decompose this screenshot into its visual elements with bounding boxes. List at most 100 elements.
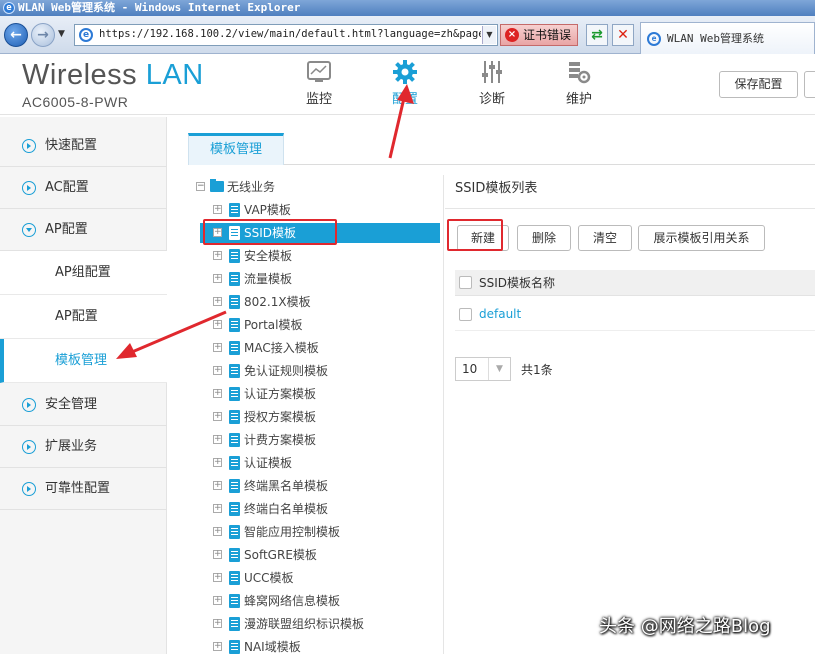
main-content: 模板管理 − 无线业务 + VAP模板 + SSID模板 + 安全模板 + 流量模板 +802.… (168, 117, 815, 654)
chevron-down-icon (22, 223, 36, 237)
table-row: default (455, 297, 815, 331)
refresh-button[interactable]: ⇄ (586, 24, 608, 46)
tree-node[interactable]: + MAC接入模板 (210, 338, 430, 358)
nav-maintenance[interactable]: 维护 (549, 55, 609, 115)
expand-icon[interactable]: + (213, 366, 222, 375)
sidebar-sub-ap-config[interactable]: AP配置 (0, 295, 167, 339)
tree-node[interactable]: + UCC模板 (210, 568, 430, 588)
tree-node[interactable]: + 终端黑名单模板 (210, 476, 430, 496)
expand-icon[interactable]: + (213, 596, 222, 605)
expand-icon[interactable]: + (213, 550, 222, 559)
tree-node[interactable]: +802.1X模板 (210, 292, 430, 312)
page-size-select[interactable]: 10 ▼ (455, 357, 511, 381)
certificate-error-button[interactable]: × 证书错误 (500, 24, 578, 46)
chevron-right-icon (22, 181, 36, 195)
gear-icon (393, 60, 417, 84)
show-relations-button[interactable]: 展示模板引用关系 (638, 225, 765, 251)
document-icon (229, 594, 240, 608)
tree-node[interactable]: + Portal模板 (210, 315, 430, 335)
tree-node[interactable]: + 授权方案模板 (210, 407, 430, 427)
expand-icon[interactable]: + (213, 573, 222, 582)
sidebar-item-reliability[interactable]: 可靠性配置 (0, 468, 167, 510)
tree-node[interactable]: + 认证模板 (210, 453, 430, 473)
tree-node[interactable]: + 智能应用控制模板 (210, 522, 430, 542)
history-dropdown-icon[interactable]: ▼ (58, 29, 65, 39)
expand-icon[interactable]: + (213, 504, 222, 513)
document-icon (229, 640, 240, 654)
document-icon (229, 456, 240, 470)
expand-icon[interactable]: + (213, 274, 222, 283)
tree-node[interactable]: + 终端白名单模板 (210, 499, 430, 519)
expand-icon[interactable]: + (213, 642, 222, 651)
tree-node[interactable]: + 流量模板 (210, 269, 430, 289)
tree-node[interactable]: + 计费方案模板 (210, 430, 430, 450)
expand-icon[interactable]: + (213, 527, 222, 536)
expand-icon[interactable]: + (213, 481, 222, 490)
nav-config-label: 配置 (391, 92, 418, 107)
highlight-box-new-button (447, 219, 503, 251)
nav-monitor[interactable]: 监控 (289, 55, 349, 115)
sidebar: 快速配置 AC配置 AP配置 AP组配置 AP配置 模板管理 安全管理 扩展业务… (0, 117, 167, 654)
sidebar-sub-ap-group-config[interactable]: AP组配置 (0, 251, 167, 295)
expand-icon[interactable]: + (213, 458, 222, 467)
chevron-right-icon (22, 482, 36, 496)
sidebar-item-security[interactable]: 安全管理 (0, 384, 167, 426)
tree-node[interactable]: + 认证方案模板 (210, 384, 430, 404)
document-icon (229, 548, 240, 562)
sidebar-item-ap-config[interactable]: AP配置 (0, 209, 167, 251)
delete-button[interactable]: 删除 (517, 225, 571, 251)
save-config-button[interactable]: 保存配置 (719, 71, 798, 98)
address-bar[interactable]: e https://192.168.100.2/view/main/defaul… (74, 24, 498, 46)
expand-icon[interactable]: + (213, 412, 222, 421)
expand-icon[interactable]: + (213, 389, 222, 398)
tree-node-label: 授权方案模板 (244, 410, 317, 424)
address-dropdown-icon[interactable]: ▼ (482, 26, 496, 44)
collapse-icon[interactable]: − (196, 182, 205, 191)
template-tree: − 无线业务 + VAP模板 + SSID模板 + 安全模板 + 流量模板 +802.1X模板 +… (196, 175, 444, 654)
stop-button[interactable]: ✕ (612, 24, 634, 46)
row-link-default[interactable]: default (479, 297, 521, 331)
header-more-button[interactable] (804, 71, 815, 98)
tree-node[interactable]: + 漫游联盟组织标识模板 (210, 614, 430, 634)
document-icon (229, 249, 240, 263)
tree-node-label: 流量模板 (244, 272, 293, 286)
sidebar-item-quick-config[interactable]: 快速配置 (0, 125, 167, 167)
sidebar-item-ac-config[interactable]: AC配置 (0, 167, 167, 209)
sliders-icon (482, 61, 502, 83)
expand-icon[interactable]: + (213, 251, 222, 260)
select-all-checkbox[interactable] (459, 276, 472, 289)
row-checkbox[interactable] (459, 308, 472, 321)
document-icon (229, 341, 240, 355)
nav-config[interactable]: 配置 (375, 55, 435, 115)
browser-tab[interactable]: e WLAN Web管理系统 (640, 22, 815, 54)
shield-error-icon: × (505, 28, 519, 42)
expand-icon[interactable]: + (213, 297, 222, 306)
sidebar-sub-template-management[interactable]: 模板管理 (0, 339, 167, 383)
expand-icon[interactable]: + (213, 619, 222, 628)
tree-node[interactable]: + 安全模板 (210, 246, 430, 266)
document-icon (229, 387, 240, 401)
chevron-down-icon[interactable]: ▼ (488, 358, 510, 380)
back-button[interactable]: ← (4, 23, 28, 47)
nav-diagnose[interactable]: 诊断 (462, 55, 522, 115)
document-icon (229, 617, 240, 631)
expand-icon[interactable]: + (213, 435, 222, 444)
tree-node[interactable]: + 免认证规则模板 (210, 361, 430, 381)
forward-button[interactable]: → (31, 23, 55, 47)
device-model: AC6005-8-PWR (22, 94, 129, 110)
tab-template-management[interactable]: 模板管理 (188, 133, 284, 165)
address-input[interactable]: https://192.168.100.2/view/main/default.… (99, 28, 481, 40)
divider (445, 208, 815, 209)
tree-node[interactable]: + NAI域模板 (210, 637, 430, 654)
sidebar-item-extended-services[interactable]: 扩展业务 (0, 426, 167, 468)
tree-node[interactable]: + VAP模板 (210, 200, 430, 220)
document-icon (229, 364, 240, 378)
expand-icon[interactable]: + (213, 343, 222, 352)
clear-button[interactable]: 清空 (578, 225, 632, 251)
list-title: SSID模板列表 (455, 181, 538, 196)
tree-node[interactable]: + 蜂窝网络信息模板 (210, 591, 430, 611)
expand-icon[interactable]: + (213, 320, 222, 329)
expand-icon[interactable]: + (213, 205, 222, 214)
tree-node[interactable]: + SoftGRE模板 (210, 545, 430, 565)
window-title: WLAN Web管理系统 - Windows Internet Explorer (18, 1, 301, 14)
